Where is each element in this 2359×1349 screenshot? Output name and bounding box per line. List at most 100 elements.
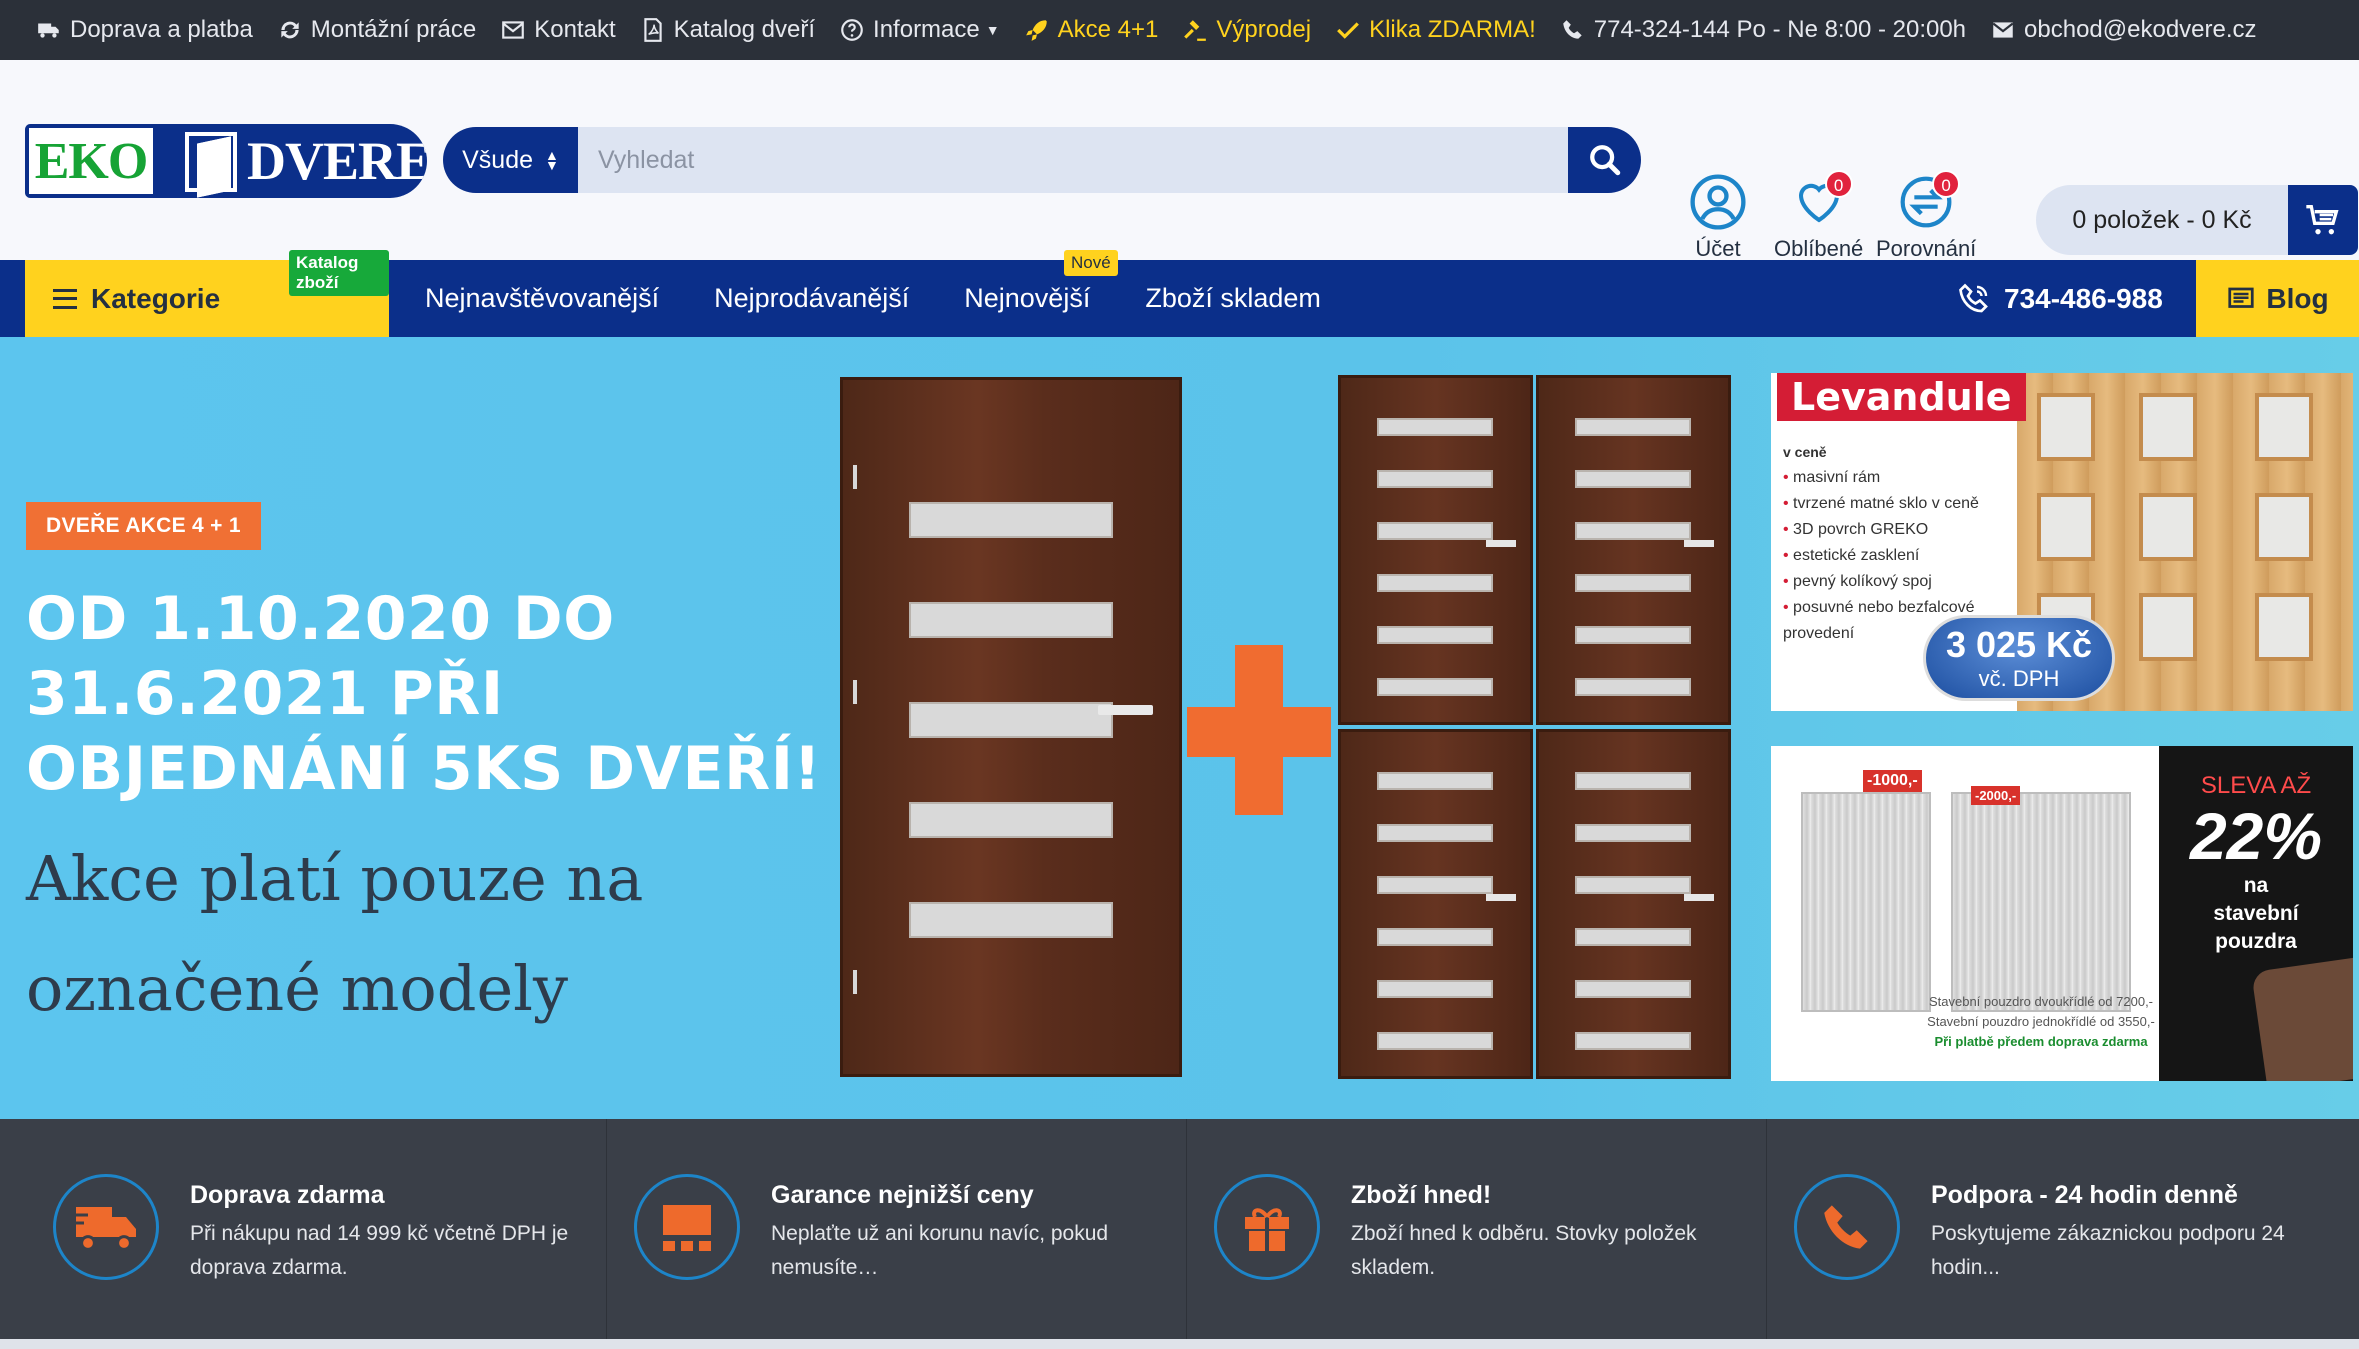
cart-icon <box>2306 205 2339 235</box>
promo-price-note: vč. DPH <box>1978 666 2060 691</box>
refresh-icon <box>281 21 299 39</box>
topbar-link-sale[interactable]: Výprodej <box>1182 16 1311 44</box>
sliding-frame-image <box>1801 792 1931 1012</box>
account-label: Účet <box>1695 236 1741 261</box>
search-input[interactable] <box>578 127 1568 193</box>
hamburger-icon <box>53 288 77 309</box>
favorites-count-badge: 0 <box>1824 170 1853 198</box>
nav-link-in-stock[interactable]: Zboží skladem <box>1145 283 1321 314</box>
phone-icon <box>1563 20 1582 39</box>
feature-text: Poskytujeme zákaznickou podporu 24 hodin… <box>1931 1222 2285 1279</box>
feature-support: Podpora - 24 hodin denně Poskytujeme zák… <box>1766 1119 2346 1339</box>
list-item: masivní rám <box>1783 465 2023 491</box>
rocket-icon <box>1025 20 1047 41</box>
topbar-link-shipping[interactable]: Doprava a platba <box>36 16 253 44</box>
feature-in-stock: Zboží hned! Zboží hned k odběru. Stovky … <box>1186 1119 1766 1339</box>
topbar-label: Klika ZDARMA! <box>1369 16 1536 43</box>
compare-link[interactable]: 0 Porovnání <box>1876 170 1976 262</box>
feature-title: Zboží hned! <box>1351 1181 1492 1209</box>
promo-price-badge: 3 025 Kč vč. DPH <box>1923 615 2115 701</box>
site-header: EKO DVERE Všude ▲▼ Účet 0 Oblíbené 0 Por… <box>0 60 2359 262</box>
blog-icon <box>2228 287 2255 308</box>
logo-text-eko: EKO <box>25 124 157 198</box>
list-item: 3D povrch GREKO <box>1783 517 2023 543</box>
cart-button[interactable]: 0 položek - 0 Kč <box>2036 185 2358 255</box>
discount-tag: -1000,- <box>1863 770 1922 792</box>
door-icon <box>185 132 237 192</box>
topbar-link-installation[interactable]: Montážní práce <box>277 16 476 44</box>
nav-link-newest[interactable]: Nejnovější <box>964 283 1090 314</box>
gavel-icon <box>1184 20 1207 41</box>
discount-tag: -2000,- <box>1971 786 2021 805</box>
topbar-label: Montážní práce <box>310 16 477 43</box>
user-circle-icon <box>1690 174 1746 230</box>
sort-arrows-icon: ▲ ▼ <box>545 147 559 173</box>
door-image-small <box>1338 375 1533 725</box>
topbar-label: Informace <box>873 16 980 43</box>
nav-phone[interactable]: 734-486-988 <box>1956 260 2163 337</box>
gift-icon <box>1245 1208 1289 1251</box>
feature-lowest-price: Garance nejnižší ceny Neplaťte už ani ko… <box>606 1119 1186 1339</box>
feature-text: Při nákupu nad 14 999 kč včetně DPH je d… <box>190 1222 569 1279</box>
hero-subline: Akce platí pouze na označené modely <box>26 842 644 1025</box>
door-image-small <box>1536 729 1731 1079</box>
topbar-label: Katalog dveří <box>673 16 816 43</box>
promo-levandule[interactable]: Levandule v ceně masivní rám tvrzené mat… <box>1771 373 2353 711</box>
promo-discount-prefix: SLEVA AŽ <box>2200 772 2312 799</box>
warehouse-icon <box>663 1205 711 1251</box>
promo-list-heading: v ceně <box>1783 444 1827 460</box>
door-image-small <box>1338 729 1533 1079</box>
hero-promo-pill: DVEŘE AKCE 4 + 1 <box>26 502 261 550</box>
promo-discount-text: na <box>2243 874 2269 897</box>
feature-title: Podpora - 24 hodin denně <box>1931 1181 2238 1209</box>
topbar-link-catalog[interactable]: Katalog dveří <box>640 16 815 44</box>
account-link[interactable]: Účet <box>1688 172 1748 262</box>
nav-link-most-visited[interactable]: Nejnavštěvovanější <box>425 283 659 314</box>
compare-count-badge: 0 <box>1932 170 1961 198</box>
promo-pouzdra[interactable]: -1000,- -2000,- Stavební pouzdro dvoukří… <box>1771 746 2353 1081</box>
features-strip: Doprava zdarma Při nákupu nad 14 999 kč … <box>0 1119 2359 1339</box>
top-bar: Doprava a platba Montážní práce Kontakt … <box>0 0 2359 60</box>
hero-headline: OD 1.10.2020 DO 31.6.2021 PŘI OBJEDNÁNÍ … <box>26 584 822 804</box>
door-image-large <box>840 377 1182 1077</box>
new-tag: Nové <box>1064 250 1118 276</box>
cart-summary: 0 položek - 0 Kč <box>2036 185 2288 255</box>
promo-discount-text: pouzdra <box>2215 930 2297 953</box>
main-nav: Kategorie Katalog zboží Nejnavštěvovaněj… <box>0 250 2359 337</box>
envelope-icon <box>502 21 525 39</box>
phone-icon <box>1824 1205 1868 1249</box>
topbar-label: obchod@ekodvere.cz <box>2024 16 2257 43</box>
check-icon <box>1337 22 1359 39</box>
search-scope-select[interactable]: Všude ▲ ▼ <box>443 127 578 193</box>
catalog-tag: Katalog zboží <box>289 250 389 296</box>
promo-discount-percent: 22% <box>2189 799 2323 873</box>
envelope-filled-icon <box>1992 22 2014 38</box>
nav-link-best-selling[interactable]: Nejprodávanější <box>714 283 909 314</box>
pdf-file-icon <box>643 18 662 42</box>
topbar-link-akce[interactable]: Akce 4+1 <box>1024 16 1158 44</box>
truck-icon <box>74 1207 136 1251</box>
search-bar: Všude ▲ ▼ <box>443 127 1641 193</box>
promo-price: 3 025 Kč <box>1945 624 2093 665</box>
site-logo[interactable]: EKO DVERE <box>25 124 427 198</box>
promo-discount-panel: SLEVA AŽ 22% na stavební pouzdra <box>2159 746 2353 1081</box>
topbar-email[interactable]: obchod@ekodvere.cz <box>1990 16 2257 44</box>
blog-button[interactable]: Blog <box>2196 260 2359 337</box>
topbar-link-contact[interactable]: Kontakt <box>500 16 616 44</box>
feature-text: Neplaťte už ani korunu navíc, pokud nemu… <box>771 1222 1109 1279</box>
favorites-link[interactable]: 0 Oblíbené <box>1774 170 1863 262</box>
search-button[interactable] <box>1568 127 1641 193</box>
categories-menu-button[interactable]: Kategorie Katalog zboží <box>25 250 389 337</box>
topbar-link-info[interactable]: Informace ▼ <box>839 16 1000 44</box>
topbar-phone[interactable]: 774-324-144 Po - Ne 8:00 - 20:00h <box>1560 16 1966 44</box>
topbar-link-free-handle[interactable]: Klika ZDARMA! <box>1335 16 1536 44</box>
nav-phone-number: 734-486-988 <box>2004 282 2163 314</box>
truck-icon <box>38 23 59 38</box>
list-item: estetické zasklení <box>1783 543 2023 569</box>
topbar-label: 774-324-144 Po - Ne 8:00 - 20:00h <box>1593 16 1967 43</box>
search-icon <box>1589 145 1620 176</box>
hero-banner[interactable]: DVEŘE AKCE 4 + 1 OD 1.10.2020 DO 31.6.20… <box>0 337 2359 1119</box>
feature-title: Garance nejnižší ceny <box>771 1181 1034 1209</box>
topbar-label: Výprodej <box>1216 16 1312 43</box>
cart-icon-box <box>2288 185 2358 255</box>
